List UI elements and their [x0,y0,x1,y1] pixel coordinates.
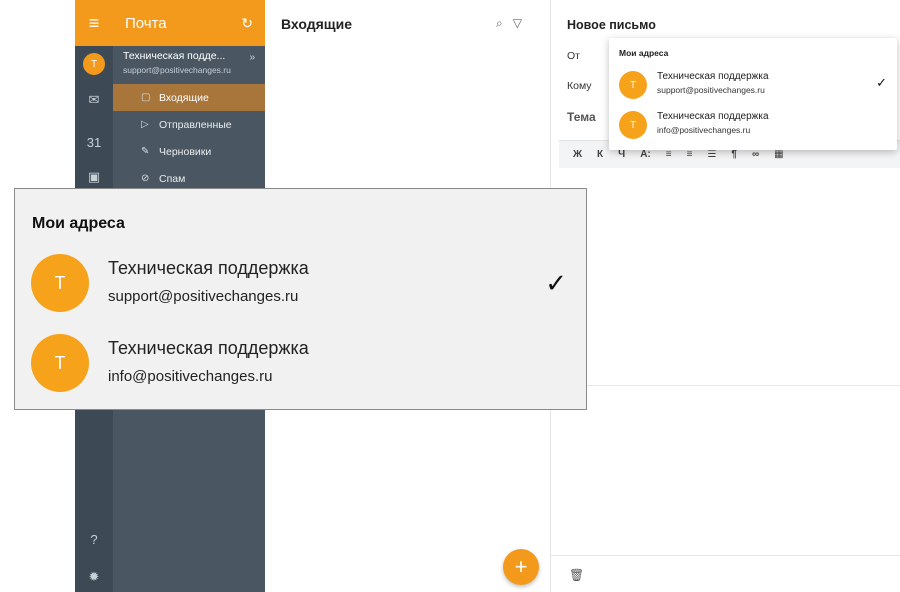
draft-icon: ✎ [141,146,150,157]
list-icon[interactable]: ☰ [707,149,716,160]
inbox-icon: ▢ [141,92,151,103]
folder-inbox[interactable]: ▢ Входящие [113,84,265,111]
list-title: Входящие [281,16,352,32]
align-left-icon[interactable]: ≡ [666,149,672,160]
refresh-icon[interactable]: ↻ [241,15,253,32]
address-option-support[interactable]: T Техническая поддержка support@positive… [31,254,571,316]
address-dropdown-zoom: Мои адреса T Техническая поддержка suppo… [14,188,587,410]
filter-icon[interactable]: ▽ [513,16,532,30]
avatar: T [31,334,89,392]
address-email: support@positivechanges.ru [108,288,299,305]
dropdown-header: Мои адреса [619,48,669,58]
address-name: Техническая поддержка [657,71,769,82]
folder-label: Черновики [159,145,212,158]
compose-title: Новое письмо [567,18,656,32]
address-name: Техническая поддержка [657,111,769,122]
to-label: Кому [567,80,592,92]
address-option-support[interactable]: T Техническая поддержка support@positive… [617,69,889,103]
dropdown-header: Мои адреса [32,215,125,232]
send-icon: ▷ [141,119,149,130]
account-email: support@positivechanges.ru [123,65,231,75]
calendar-day: 31 [86,134,102,150]
mail-icon[interactable]: ✉ [75,88,113,112]
avatar: T [31,254,89,312]
link-icon[interactable]: ∞ [752,149,759,160]
address-email: info@positivechanges.ru [657,125,751,135]
folder-drafts[interactable]: ✎ Черновики [113,138,265,165]
search-icon[interactable]: ⌕ [496,16,513,30]
address-option-info[interactable]: T Техническая поддержка info@positivecha… [617,109,889,143]
subject-field[interactable]: Тема [567,110,596,124]
list-tools: ⌕▽ [496,16,532,31]
from-label: От [567,50,580,62]
chevron-down-icon[interactable]: » [249,52,255,63]
spam-icon: ⊘ [141,173,150,184]
sidebar-header: Почта ↻ [113,0,265,46]
account-name: Техническая подде... [123,50,226,62]
settings-icon[interactable]: ✹ [75,565,113,589]
calendar-icon[interactable]: 31 [75,130,113,154]
account-switcher[interactable]: Техническая подде... support@positivecha… [113,46,265,84]
folder-label: Входящие [159,91,209,104]
trash-icon[interactable]: 🗑 [569,568,584,582]
avatar: T [619,71,647,99]
bold-button[interactable]: Ж [573,149,582,160]
address-name: Техническая поддержка [108,258,309,278]
address-dropdown: Мои адреса T Техническая поддержка suppo… [609,38,897,150]
font-size-button[interactable]: A: [640,149,651,160]
underline-button[interactable]: Ч [618,149,625,160]
avatar: T [619,111,647,139]
folder-list: ▢ Входящие ▷ Отправленные ✎ Черновики ⊘ … [113,84,265,192]
check-icon: ✓ [876,75,887,90]
address-name: Техническая поддержка [108,338,309,358]
compose-button[interactable]: + [503,549,539,585]
divider [551,385,900,386]
help-icon[interactable]: ? [75,527,113,551]
image-icon[interactable]: ▦ [774,149,783,160]
italic-button[interactable]: К [597,149,603,160]
app-title: Почта [125,14,167,32]
check-icon: ✓ [545,268,567,298]
divider [551,555,900,556]
address-email: info@positivechanges.ru [108,368,273,385]
folder-label: Спам [159,172,186,185]
menu-icon[interactable]: ≡ [75,0,113,46]
folder-sent[interactable]: ▷ Отправленные [113,111,265,138]
paragraph-icon[interactable]: ¶ [731,149,737,160]
contacts-icon[interactable]: ▣ [75,165,113,189]
folder-label: Отправленные [159,118,232,131]
address-email: support@positivechanges.ru [657,85,765,95]
avatar[interactable]: T [83,53,105,75]
align-center-icon[interactable]: ≡ [687,149,693,160]
address-option-info[interactable]: T Техническая поддержка info@positivecha… [31,334,571,396]
